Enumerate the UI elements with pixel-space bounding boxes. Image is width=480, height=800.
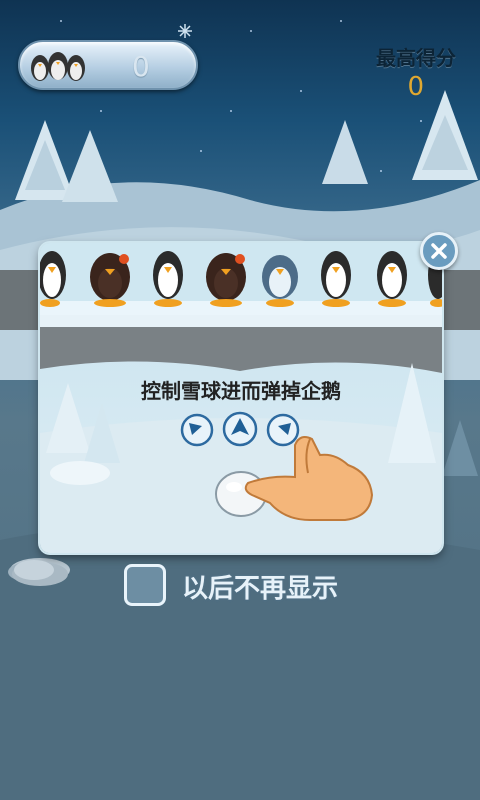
- dont-show-label[interactable]: 以后不再显示: [182, 568, 338, 605]
- tutorial-dialog: 控制雪球进而弹掉企鹅: [40, 243, 442, 553]
- pine-tree: [322, 120, 368, 184]
- close-icon: [431, 243, 447, 259]
- pine-tree: [62, 130, 118, 202]
- best-score-label: 最高得分: [376, 46, 456, 70]
- dont-show-checkbox[interactable]: [124, 564, 166, 606]
- penguin-group-icon: [31, 52, 85, 81]
- pine-tree: [442, 420, 478, 476]
- snowflake-icon: [178, 24, 192, 38]
- penguin-row: [40, 251, 442, 307]
- best-score-value: 0: [407, 72, 424, 102]
- game-scene: 0 最高得分 0 控制雪球进而弹掉企鹅 以后不再显示: [0, 0, 480, 800]
- score-panel: 0: [18, 40, 198, 90]
- snow-rock: [12, 560, 68, 586]
- score-value: 0: [132, 50, 150, 83]
- up-left-arrow-icon: [180, 413, 214, 447]
- pine-tree: [412, 90, 478, 180]
- tutorial-instruction: 控制雪球进而弹掉企鹅: [141, 379, 341, 403]
- close-button[interactable]: [420, 232, 458, 270]
- pointing-hand-icon: [244, 436, 374, 521]
